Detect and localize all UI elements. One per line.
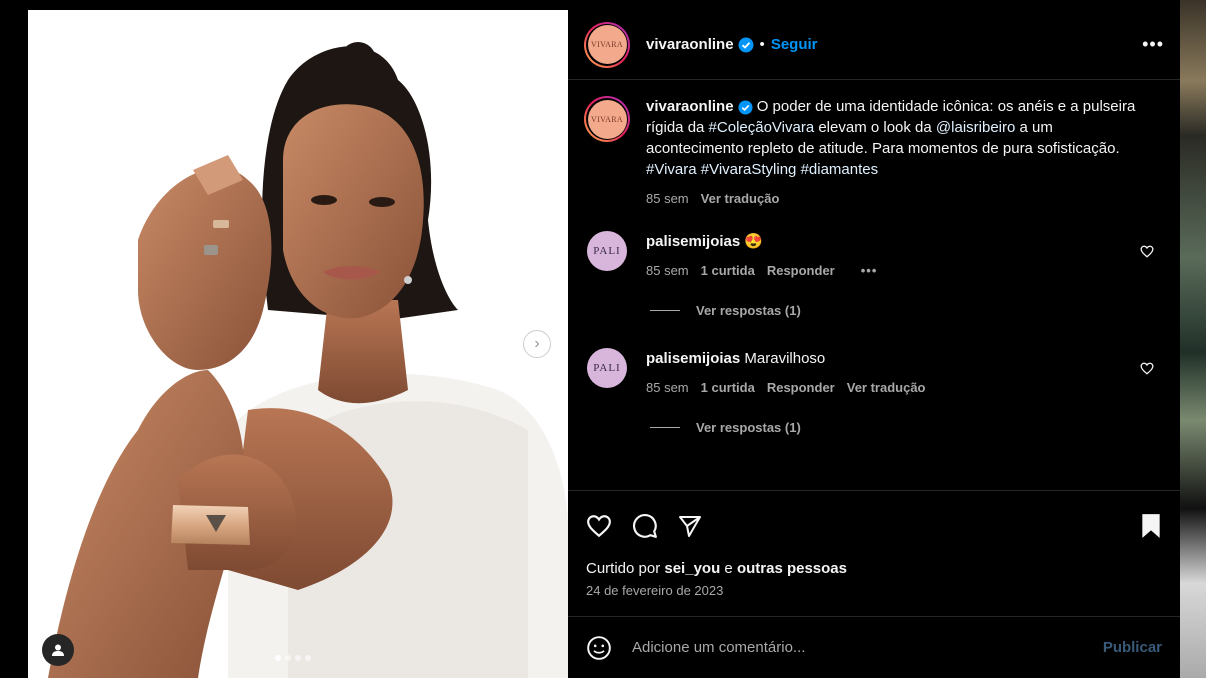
post-header: VIVARA vivaraonline • Seguir ••• <box>568 10 1180 80</box>
account-username[interactable]: vivaraonline <box>646 36 734 53</box>
commenter-avatar[interactable]: PALI <box>587 231 627 271</box>
post-details-panel: VIVARA vivaraonline • Seguir ••• VIVARA … <box>568 10 1180 678</box>
post-media[interactable]: › <box>28 10 568 678</box>
likes-prefix: Curtido por <box>586 560 665 577</box>
reply-button[interactable]: Responder <box>767 260 835 281</box>
liker-username[interactable]: sei_you <box>664 560 720 577</box>
avatar-logo: VIVARA <box>587 25 627 64</box>
comment-username[interactable]: palisemijoias <box>646 350 740 367</box>
likes-others[interactable]: outras pessoas <box>737 560 847 577</box>
carousel-dot-1 <box>275 655 281 661</box>
tagged-users-button[interactable] <box>42 634 74 666</box>
background-feed-strip <box>1180 0 1206 678</box>
comment-text: 😍 <box>744 233 764 250</box>
comment: PALI palisemijoias Maravilhoso 85 sem 1 … <box>584 348 1164 398</box>
caption-text-2: elevam o look da <box>814 119 936 136</box>
comment-icon[interactable] <box>632 513 658 539</box>
post-photo <box>28 10 568 678</box>
caption-age[interactable]: 85 sem <box>646 188 689 209</box>
verified-badge-icon <box>738 37 754 52</box>
add-comment-bar: Adicione um comentário... Publicar <box>568 616 1180 678</box>
comment-age[interactable]: 85 sem <box>646 260 689 281</box>
post-actions <box>568 490 1180 560</box>
translate-link[interactable]: Ver tradução <box>701 188 780 209</box>
comment-options-button[interactable]: ••• <box>861 260 878 281</box>
carousel-dot-3 <box>295 655 301 661</box>
publish-button[interactable]: Publicar <box>1103 639 1162 656</box>
view-replies-button[interactable]: Ver respostas (1) <box>650 303 1164 318</box>
hashtag-link[interactable]: #ColeçãoVivara <box>709 119 815 136</box>
comment-text: Maravilhoso <box>744 350 826 367</box>
commenter-avatar[interactable]: PALI <box>587 348 627 388</box>
account-avatar[interactable]: VIVARA <box>584 21 630 68</box>
comment-likes[interactable]: 1 curtida <box>701 377 755 398</box>
carousel-dot-4 <box>305 655 311 661</box>
view-replies-label: Ver respostas (1) <box>696 303 801 318</box>
hashtag-link[interactable]: #diamantes <box>801 161 879 178</box>
carousel-indicator <box>275 655 311 661</box>
share-icon[interactable] <box>678 514 702 538</box>
like-icon[interactable] <box>586 514 612 538</box>
caption: VIVARA vivaraonline O poder de uma ident… <box>584 96 1164 209</box>
comment-like-icon[interactable] <box>1140 362 1154 375</box>
more-options-button[interactable]: ••• <box>1142 34 1164 55</box>
user-icon <box>52 644 64 656</box>
comment-likes[interactable]: 1 curtida <box>701 260 755 281</box>
carousel-next-button[interactable]: › <box>523 330 551 358</box>
caption-avatar[interactable]: VIVARA <box>584 96 630 142</box>
caption-username[interactable]: vivaraonline <box>646 98 734 115</box>
bookmark-icon[interactable] <box>1140 513 1162 539</box>
follow-button[interactable]: Seguir <box>771 36 818 53</box>
mention-link[interactable]: @laisribeiro <box>936 119 1015 136</box>
verified-badge-icon <box>738 100 753 115</box>
likes-mid: e <box>720 560 737 577</box>
emoji-icon[interactable] <box>586 635 612 661</box>
reply-button[interactable]: Responder <box>767 377 835 398</box>
comment-like-icon[interactable] <box>1140 245 1154 258</box>
hashtag-link[interactable]: #VivaraStyling <box>701 161 797 178</box>
hashtag-link[interactable]: #Vivara <box>646 161 697 178</box>
view-replies-button[interactable]: Ver respostas (1) <box>650 420 1164 435</box>
comment-age[interactable]: 85 sem <box>646 377 689 398</box>
comments-area[interactable]: VIVARA vivaraonline O poder de uma ident… <box>568 80 1180 490</box>
post-date: 24 de fevereiro de 2023 <box>586 583 724 598</box>
comment-input[interactable]: Adicione um comentário... <box>632 639 1103 656</box>
carousel-dot-2 <box>285 655 291 661</box>
avatar-logo: VIVARA <box>587 99 627 139</box>
comment: PALI palisemijoias 😍 85 sem 1 curtida Re… <box>584 231 1164 281</box>
comment-username[interactable]: palisemijoias <box>646 233 740 250</box>
post-modal: › VIVARA vivaraonline • Seguir ••• VIVAR… <box>28 10 1180 678</box>
likes-summary[interactable]: Curtido por sei_you e outras pessoas <box>568 560 1180 577</box>
header-separator: • <box>759 36 765 53</box>
translate-link[interactable]: Ver tradução <box>847 377 926 398</box>
view-replies-label: Ver respostas (1) <box>696 420 801 435</box>
